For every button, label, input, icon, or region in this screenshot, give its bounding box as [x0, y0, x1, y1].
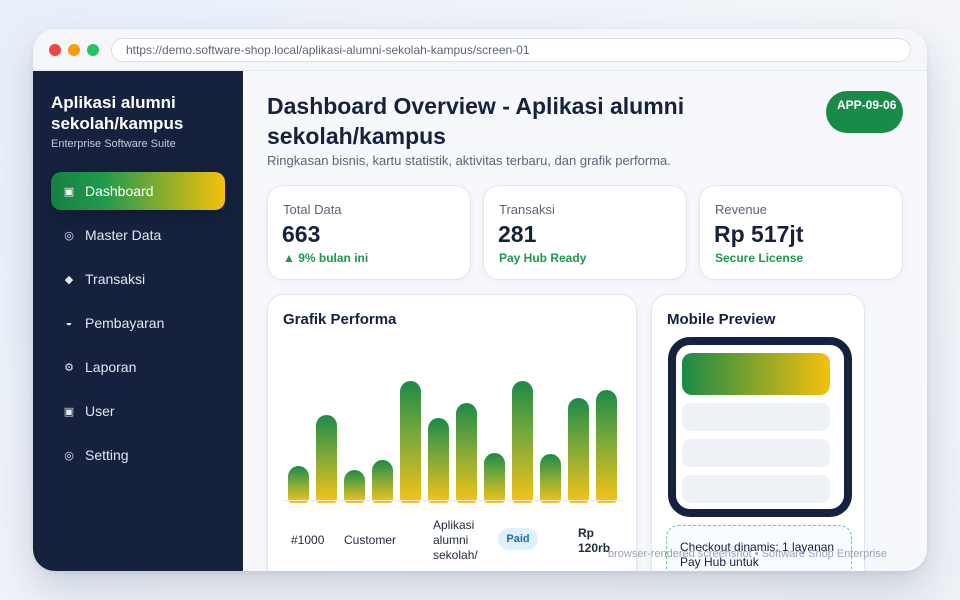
sidebar-item-label: Pembayaran [85, 315, 165, 331]
mobile-preview-title: Mobile Preview [667, 311, 776, 328]
stat-note: Secure License [715, 251, 804, 265]
phone-list-item [682, 403, 830, 431]
chart-bar [400, 381, 421, 503]
user-icon: ▣ [63, 405, 75, 418]
sidebar-item-laporan[interactable]: ⚙ Laporan [51, 348, 225, 386]
sidebar-item-pembayaran[interactable]: ◒ Pembayaran [51, 304, 225, 342]
chart-bar [372, 460, 393, 503]
sidebar-item-setting[interactable]: ◎ Setting [51, 436, 225, 474]
sidebar-item-label: Transaksi [85, 271, 146, 287]
sidebar-item-label: Setting [85, 447, 129, 463]
sidebar-item-master-data[interactable]: ◎ Master Data [51, 216, 225, 254]
stat-value: 663 [282, 221, 321, 247]
order-id: #1000 [291, 533, 325, 547]
sidebar-item-label: Laporan [85, 359, 137, 375]
dashboard-icon: ▣ [63, 185, 75, 198]
main-content: Dashboard Overview - Aplikasi alumni sek… [243, 71, 927, 571]
sidebar-item-user[interactable]: ▣ User [51, 392, 225, 430]
chart-bar [288, 466, 309, 503]
laporan-icon: ⚙ [64, 361, 74, 374]
phone-list-item [682, 475, 830, 503]
chart-card: Grafik Performa #1000 Customer Aplikasi … [267, 294, 637, 571]
pembayaran-icon: ◒ [65, 317, 73, 329]
brand-title: Aplikasi alumni sekolah/kampus [51, 93, 184, 133]
bar-chart [283, 335, 623, 503]
maximize-window-button[interactable] [87, 44, 99, 56]
stat-card-transaksi: Transaksi 281 Pay Hub Ready [483, 185, 687, 280]
status-badge: Paid [498, 528, 538, 550]
stat-card-revenue: Revenue Rp 517jt Secure License [699, 185, 903, 280]
screenshot-watermark: browser-rendered screenshot • Software S… [608, 548, 887, 560]
setting-icon: ◎ [64, 449, 74, 462]
chart-bar [540, 454, 561, 503]
chart-bar [316, 415, 337, 503]
brand-subtitle: Enterprise Software Suite [51, 138, 176, 150]
address-bar[interactable]: https://demo.software-shop.local/aplikas… [111, 38, 911, 62]
sidebar-item-label: User [85, 403, 115, 419]
chart-bar [512, 381, 533, 503]
transaksi-icon: ◆ [64, 273, 74, 286]
app-id-badge: APP-09-06 [826, 91, 903, 133]
page-subtitle: Ringkasan bisnis, kartu statistik, aktiv… [267, 153, 671, 168]
stat-value: 281 [498, 221, 537, 247]
stat-label: Revenue [715, 202, 768, 217]
chart-bar [456, 403, 477, 503]
phone-list-item [682, 439, 830, 467]
chart-title: Grafik Performa [283, 311, 397, 328]
sidebar: Aplikasi alumni sekolah/kampus Enterpris… [33, 71, 243, 571]
browser-titlebar: https://demo.software-shop.local/aplikas… [33, 29, 927, 71]
sidebar-item-label: Master Data [85, 227, 162, 243]
chart-baseline [283, 500, 623, 501]
product-name: Aplikasi alumni sekolah/ [433, 518, 478, 562]
phone-mockup [668, 337, 852, 517]
minimize-window-button[interactable] [68, 44, 80, 56]
page-title: Dashboard Overview - Aplikasi alumni sek… [267, 93, 685, 149]
chart-bar [568, 398, 589, 503]
chart-bar [484, 453, 505, 503]
stat-card-total-data: Total Data 663 ▲ 9% bulan ini [267, 185, 471, 280]
chart-bar [596, 390, 617, 503]
sidebar-item-label: Dashboard [85, 183, 154, 199]
chart-bar [428, 418, 449, 503]
customer-name: Customer [344, 533, 397, 547]
stat-label: Total Data [283, 202, 342, 217]
stat-value: Rp 517jt [714, 221, 804, 247]
stat-note: Pay Hub Ready [499, 251, 587, 265]
stat-trend: ▲ 9% bulan ini [283, 251, 369, 265]
sidebar-item-transaksi[interactable]: ◆ Transaksi [51, 260, 225, 298]
sidebar-item-dashboard[interactable]: ▣ Dashboard [51, 172, 225, 210]
browser-window: https://demo.software-shop.local/aplikas… [33, 29, 927, 571]
close-window-button[interactable] [49, 44, 61, 56]
stat-label: Transaksi [499, 202, 555, 217]
phone-hero-banner [682, 353, 830, 395]
mobile-preview-card: Mobile Preview Checkout dinamis: 1 layan… [651, 294, 865, 571]
master-data-icon: ◎ [64, 229, 74, 242]
chart-bar [344, 470, 365, 503]
